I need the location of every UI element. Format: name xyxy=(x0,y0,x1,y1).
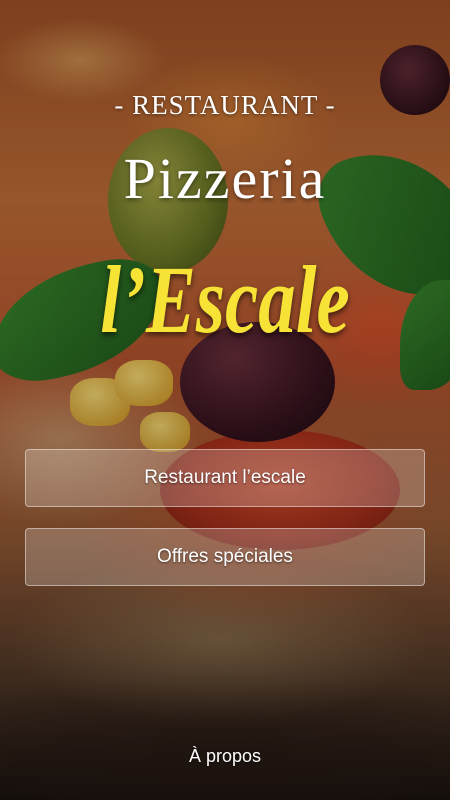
about-link[interactable]: À propos xyxy=(0,746,450,767)
restaurant-button[interactable]: Restaurant l’escale xyxy=(25,449,425,507)
special-offers-button[interactable]: Offres spéciales xyxy=(25,528,425,586)
special-offers-button-label: Offres spéciales xyxy=(157,546,293,567)
restaurant-subtitle: - RESTAURANT - xyxy=(114,90,336,120)
escale-title: l’Escale xyxy=(100,246,350,353)
pizzeria-title: Pizzeria xyxy=(123,146,327,211)
restaurant-button-label: Restaurant l’escale xyxy=(144,467,306,488)
app-screen: - RESTAURANT - Pizzeria l’Escale Restaur… xyxy=(0,0,450,800)
